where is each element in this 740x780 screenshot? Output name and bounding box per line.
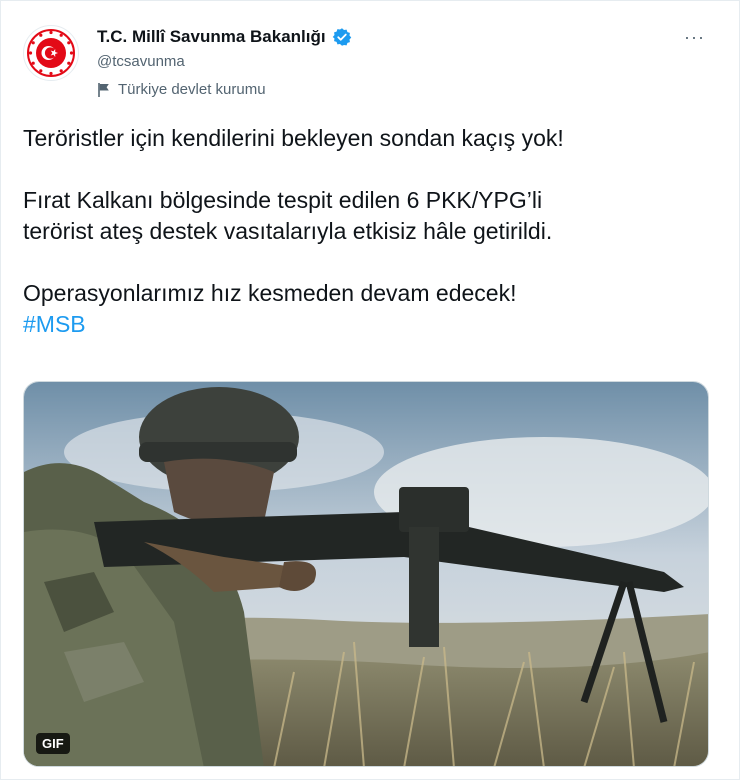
more-options-button[interactable]: ··· xyxy=(684,27,705,48)
tweet-line-4: Operasyonlarımız hız kesmeden devam edec… xyxy=(23,280,517,306)
flag-icon xyxy=(98,82,109,97)
tweet-text: Teröristler için kendilerini bekleyen so… xyxy=(23,123,719,340)
ministry-emblem-icon xyxy=(27,29,75,77)
account-header: T.C. Millî Savunma Bakanlığı @tcsavunma xyxy=(97,27,352,70)
account-label-text: Türkiye devlet kurumu xyxy=(118,81,266,98)
account-handle[interactable]: @tcsavunma xyxy=(97,53,352,70)
tweet-line-2: Fırat Kalkanı bölgesinde tespit edilen 6… xyxy=(23,187,543,213)
tweet-media-gif[interactable]: GIF xyxy=(23,381,709,767)
tweet-card: T.C. Millî Savunma Bakanlığı @tcsavunma … xyxy=(0,0,740,780)
gif-badge: GIF xyxy=(36,733,70,754)
display-name[interactable]: T.C. Millî Savunma Bakanlığı xyxy=(97,27,326,47)
verified-badge-icon xyxy=(332,28,351,46)
tweet-line-1: Teröristler için kendilerini bekleyen so… xyxy=(23,125,564,151)
name-row: T.C. Millî Savunma Bakanlığı xyxy=(97,27,352,47)
avatar[interactable] xyxy=(23,25,79,81)
soldier-machine-gun-image xyxy=(24,382,708,766)
account-label[interactable]: Türkiye devlet kurumu xyxy=(97,81,266,98)
tweet-line-3: terörist ateş destek vasıtalarıyla etkis… xyxy=(23,218,553,244)
hashtag-link[interactable]: #MSB xyxy=(23,311,86,337)
